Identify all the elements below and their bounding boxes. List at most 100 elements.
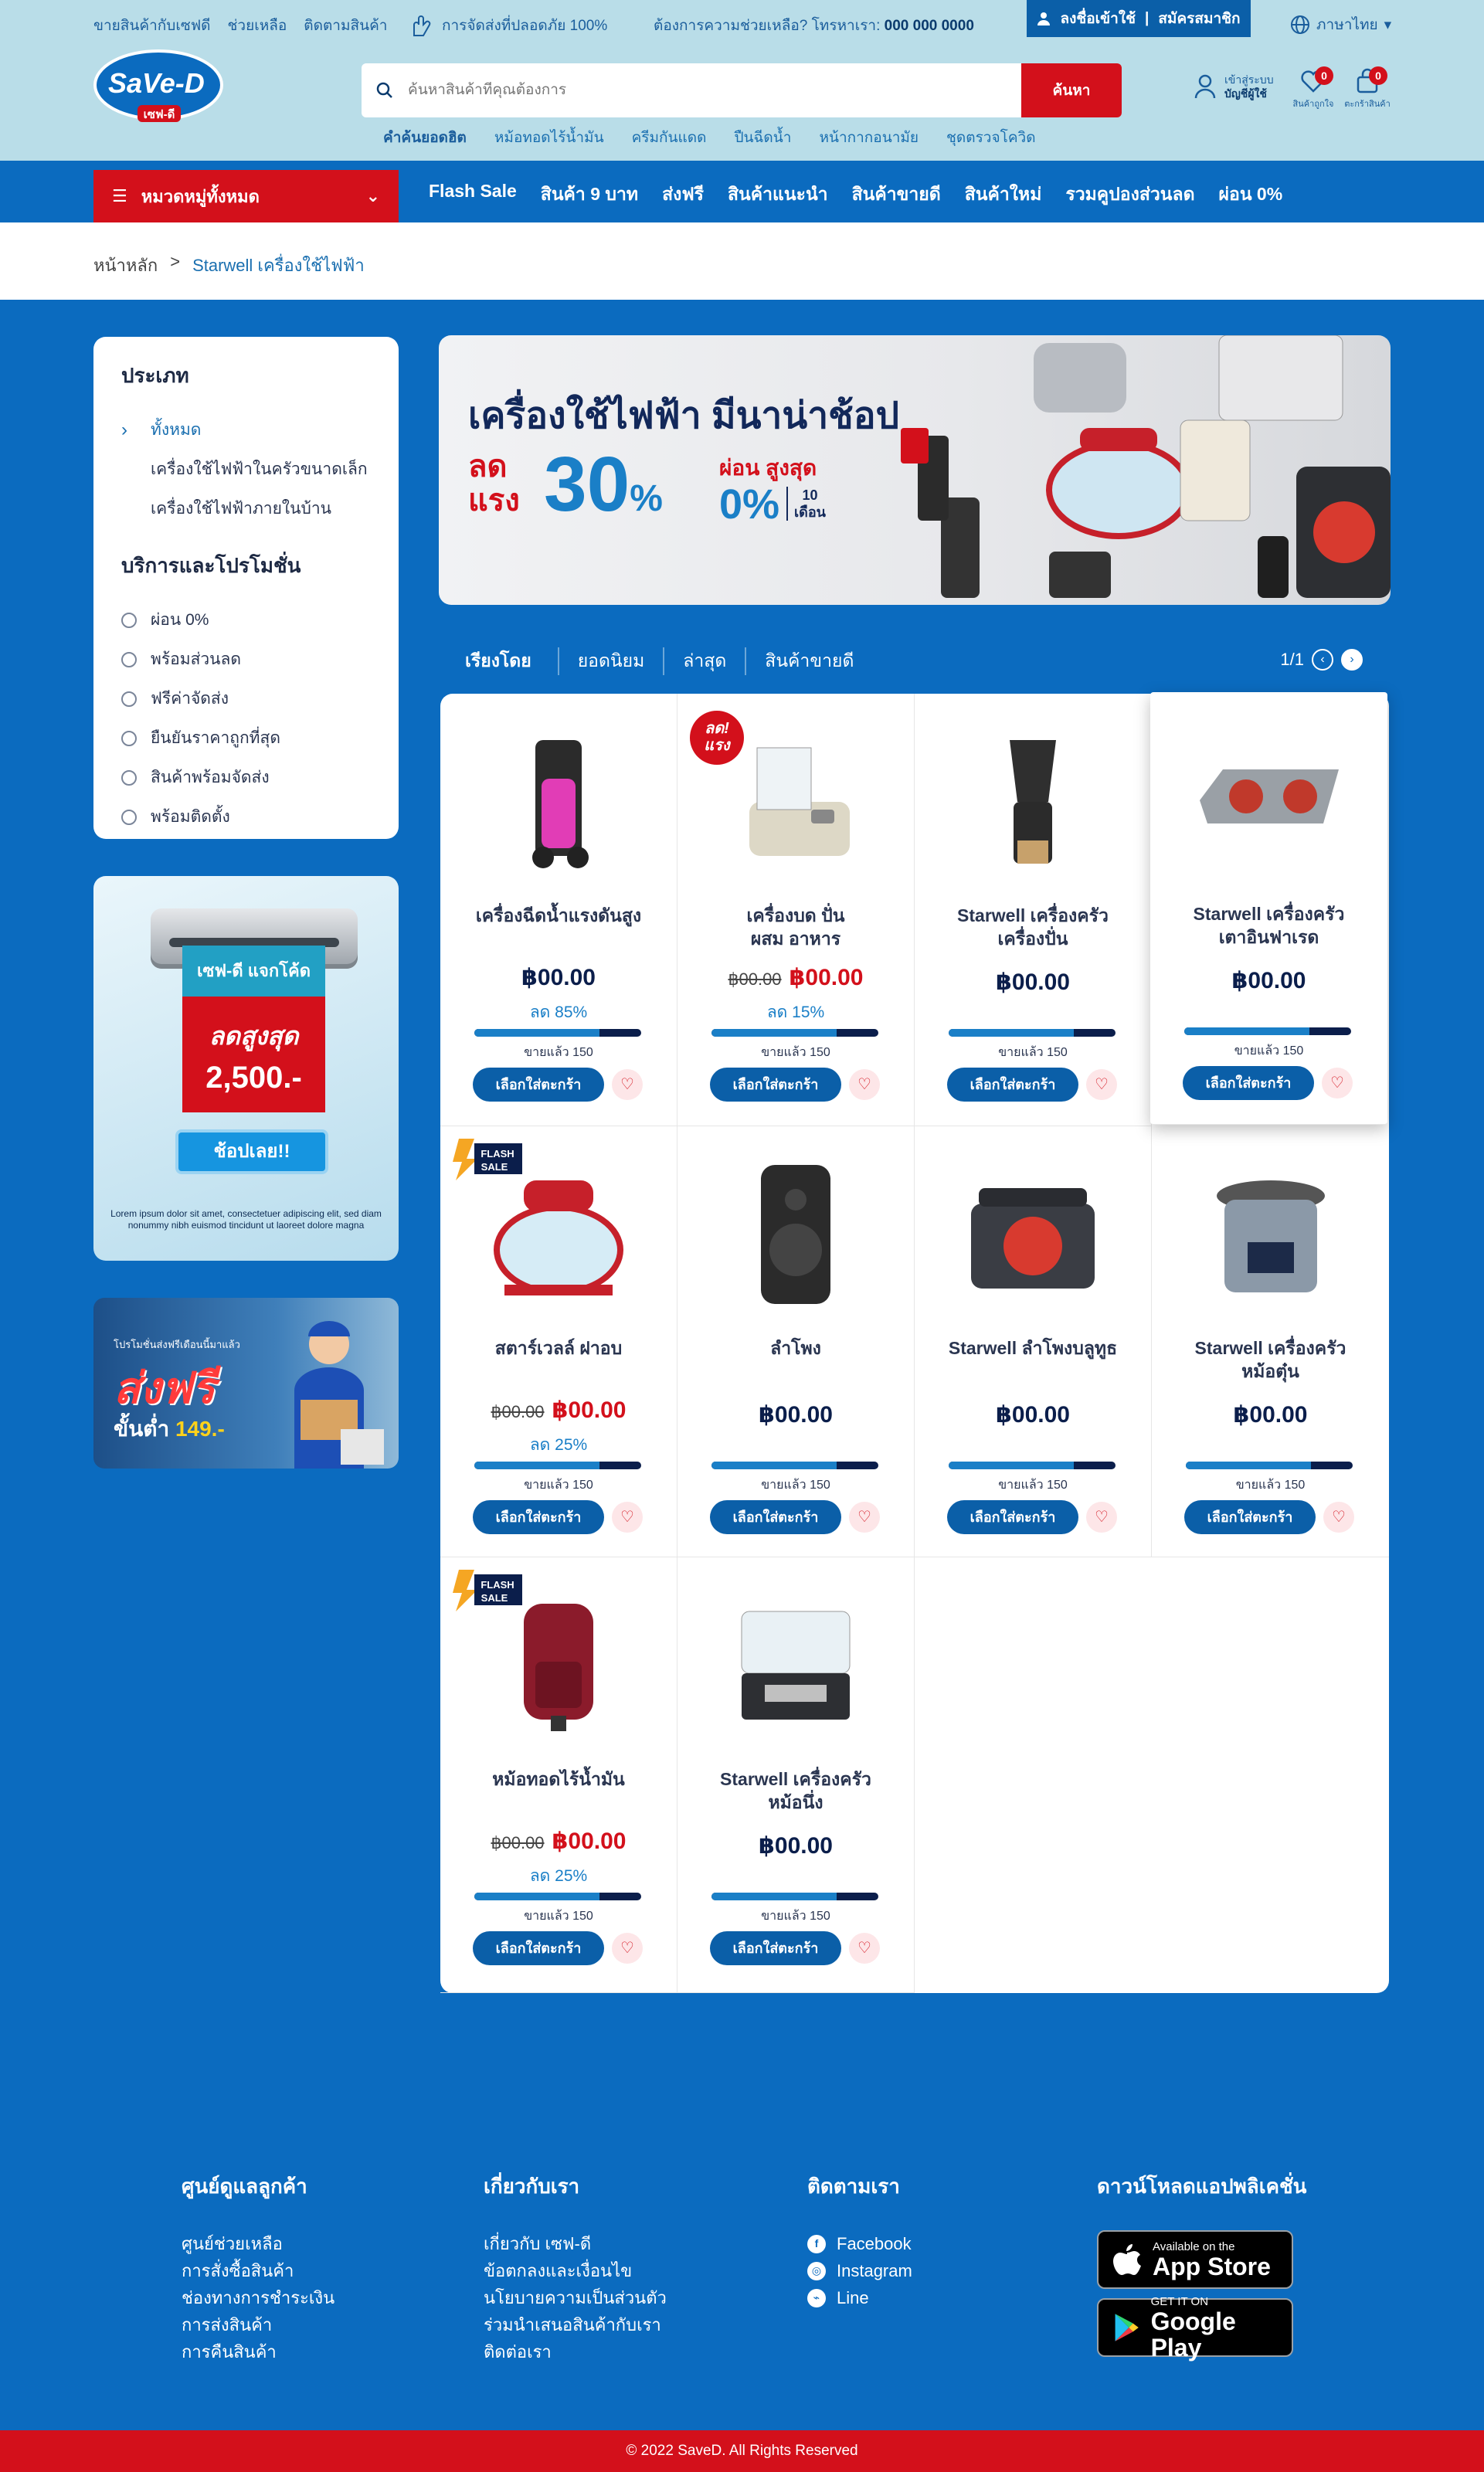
cart-button[interactable]: 0 ตะกร้าสินค้า [1344,66,1391,110]
track-order-link[interactable]: ติดตามสินค้า [304,14,387,37]
add-to-cart-button[interactable]: เลือกใส่ตะกร้า [947,1068,1078,1102]
pressure-cooker-image[interactable] [1194,1157,1348,1304]
product-name[interactable]: Starwell ลำโพงบลูทูธ [930,1336,1136,1360]
footer-link[interactable]: ช่องทางการชำระเงิน [182,2284,334,2311]
search-input[interactable] [408,82,1021,99]
help-link[interactable]: ช่วยเหลือ [228,14,287,37]
add-to-cart-button[interactable]: เลือกใส่ตะกร้า [473,1068,604,1102]
radio-button[interactable] [121,691,137,707]
line-link[interactable]: ⌁ Line [807,2284,912,2311]
sell-with-us-link[interactable]: ขายสินค้ากับเซฟดี [93,14,211,37]
footer-link[interactable]: ข้อตกลงและเงื่อนไข [484,2257,667,2284]
promo-hero-banner[interactable]: เครื่องใช้ไฟฟ้า มีนาน่าช้อป ลด แรง 30% ผ… [439,335,1391,605]
wishlist-button[interactable]: 0 สินค้าถูกใจ [1290,66,1336,110]
add-to-cart-button[interactable]: เลือกใส่ตะกร้า [1183,1066,1314,1100]
service-option[interactable]: ผ่อน 0% [121,600,371,640]
nav-new-products[interactable]: สินค้าใหม่ [965,181,1042,209]
product-card[interactable]: Starwell เครื่องครัว เตาอินฟาเรด ฿00.00 ขา… [1150,692,1387,1125]
search-button[interactable]: ค้นหา [1021,63,1122,117]
product-name[interactable]: Starwell เครื่องครัว หม้อนึ่ง [693,1767,898,1814]
nav-recommended[interactable]: สินค้าแนะนำ [728,181,828,209]
product-name[interactable]: Starwell เครื่องครัว เตาอินฟาเรด [1166,902,1372,949]
popular-term[interactable]: หน้ากากอนามัย [819,126,919,149]
footer-link[interactable]: การส่งสินค้า [182,2311,334,2338]
product-card[interactable]: ลด! แรง เครื่องบด ปั่น ผสม อาหาร ฿00.00 ฿00… [677,694,915,1126]
nav-free-shipping[interactable]: ส่งฟรี [662,181,704,209]
help-phone[interactable]: 000 000 0000 [885,18,974,34]
sort-option-popular[interactable]: ยอดนิยม [557,647,664,675]
coupon-banner[interactable]: เซฟ-ดี แจกโค้ด ลดสูงสุด 2,500.- ช้อปเลย!… [93,876,399,1261]
facebook-link[interactable]: f Facebook [807,2230,912,2257]
next-page-icon[interactable]: › [1341,649,1363,671]
radio-button[interactable] [121,612,137,628]
bluetooth-speaker-image[interactable] [956,1157,1110,1304]
add-to-cart-button[interactable]: เลือกใส่ตะกร้า [710,1931,841,1965]
blender-image[interactable] [956,725,1110,871]
all-categories-button[interactable]: ☰ หมวดหมู่ทั้งหมด ⌄ [93,170,399,222]
language-selector[interactable]: ภาษาไทย ▾ [1290,13,1391,36]
footer-link[interactable]: นโยบายความเป็นส่วนตัว [484,2284,667,2311]
product-card[interactable]: Starwell เครื่องครัว หม้อตุ๋น ฿00.00 ขายแล… [1152,1126,1389,1557]
add-to-cart-button[interactable]: เลือกใส่ตะกร้า [1184,1500,1316,1534]
heart-icon[interactable]: ♡ [849,1933,880,1964]
food-processor-image[interactable] [718,725,873,871]
service-option[interactable]: พร้อมติดตั้ง [121,797,371,837]
heart-icon[interactable]: ♡ [612,1069,643,1100]
radio-button[interactable] [121,651,137,667]
register-link[interactable]: สมัครสมาชิก [1158,7,1240,30]
popular-term[interactable]: ปืนฉีดน้ำ [734,126,791,149]
add-to-cart-button[interactable]: เลือกใส่ตะกร้า [473,1931,604,1965]
speaker-image[interactable] [718,1157,873,1304]
service-option[interactable]: ฟรีค่าจัดส่ง [121,679,371,718]
google-play-button[interactable]: GET IT ON Google Play [1097,2295,1293,2361]
login-link[interactable]: ลงชื่อเข้าใช้ [1060,7,1136,30]
product-name[interactable]: Starwell เครื่องครัว หม้อตุ๋น [1167,1336,1374,1383]
popular-term[interactable]: ครีมกันแดด [632,126,707,149]
type-filter-item[interactable]: › ทั้งหมด [121,410,371,450]
product-name[interactable]: Starwell เครื่องครัว เครื่องปั่น [930,904,1136,950]
radio-button[interactable] [121,730,137,746]
heart-icon[interactable]: ♡ [1086,1069,1117,1100]
type-filter-item[interactable]: เครื่องใช้ไฟฟ้าภายในบ้าน [121,489,371,528]
heart-icon[interactable]: ♡ [1086,1502,1117,1533]
product-card[interactable]: Starwell เครื่องครัว หม้อนึ่ง ฿00.00 ขายแล… [677,1557,915,1993]
product-name[interactable]: เครื่องฉีดน้ำแรงดันสูง [456,904,661,927]
heart-icon[interactable]: ♡ [1322,1068,1353,1098]
infrared-stove-image[interactable] [1192,723,1346,870]
footer-link[interactable]: ติดต่อเรา [484,2338,667,2365]
nav-coupons[interactable]: รวมคูปองส่วนลด [1065,181,1194,209]
heart-icon[interactable]: ♡ [612,1502,643,1533]
footer-link[interactable]: การคืนสินค้า [182,2338,334,2365]
logo[interactable]: SaVe-D เซฟ-ดี [93,48,224,127]
footer-link[interactable]: เกี่ยวกับ เซฟ-ดี [484,2230,667,2257]
radio-button[interactable] [121,809,137,825]
popular-term[interactable]: ชุดตรวจโควิด [946,126,1036,149]
account-menu[interactable]: เข้าสู่ระบบ บัญชีผู้ใช้ [1194,73,1274,100]
service-option[interactable]: ยืนยันราคาถูกที่สุด [121,718,371,758]
heart-icon[interactable]: ♡ [849,1502,880,1533]
nav-flash-sale[interactable]: Flash Sale [429,181,517,209]
add-to-cart-button[interactable]: เลือกใส่ตะกร้า [947,1500,1078,1534]
product-card[interactable]: FLASH SALE สตาร์เวลล์ ฝาอบ ฿00.00 ฿00.00 ลด 2… [440,1126,677,1557]
service-option[interactable]: พร้อมส่วนลด [121,640,371,679]
free-shipping-banner[interactable]: โปรโมชั่นส่งฟรีเดือนนี้มาแล้ว ส่งฟรี ขั้… [93,1298,399,1469]
nav-9-baht[interactable]: สินค้า 9 บาท [541,181,638,209]
prev-page-icon[interactable]: ‹ [1312,649,1333,671]
footer-link[interactable]: การสั่งซื้อสินค้า [182,2257,334,2284]
product-card[interactable]: Starwell เครื่องครัว เครื่องปั่น ฿00.00 ขา… [915,694,1152,1126]
app-store-button[interactable]: Available on the App Store [1097,2230,1293,2289]
product-card[interactable]: Starwell ลำโพงบลูทูธ ฿00.00 ขายแล้ว 150 เลื… [915,1126,1152,1557]
heart-icon[interactable]: ♡ [1323,1502,1354,1533]
nav-installment[interactable]: ผ่อน 0% [1219,181,1283,209]
halogen-oven-image[interactable] [481,1157,636,1304]
footer-link[interactable]: ร่วมนำเสนอสินค้ากับเรา [484,2311,667,2338]
pressure-washer-image[interactable] [481,725,636,871]
air-fryer-image[interactable] [481,1588,636,1735]
popular-term[interactable]: หม้อทอดไร้น้ำมัน [494,126,604,149]
add-to-cart-button[interactable]: เลือกใส่ตะกร้า [710,1500,841,1534]
type-filter-item[interactable]: เครื่องใช้ไฟฟ้าในครัวขนาดเล็ก [121,450,371,489]
product-card[interactable]: ลำโพง ฿00.00 ขายแล้ว 150 เลือกใส่ตะกร้า ♡ [677,1126,915,1557]
nav-best-sellers[interactable]: สินค้าขายดี [852,181,941,209]
heart-icon[interactable]: ♡ [849,1069,880,1100]
radio-button[interactable] [121,769,137,786]
